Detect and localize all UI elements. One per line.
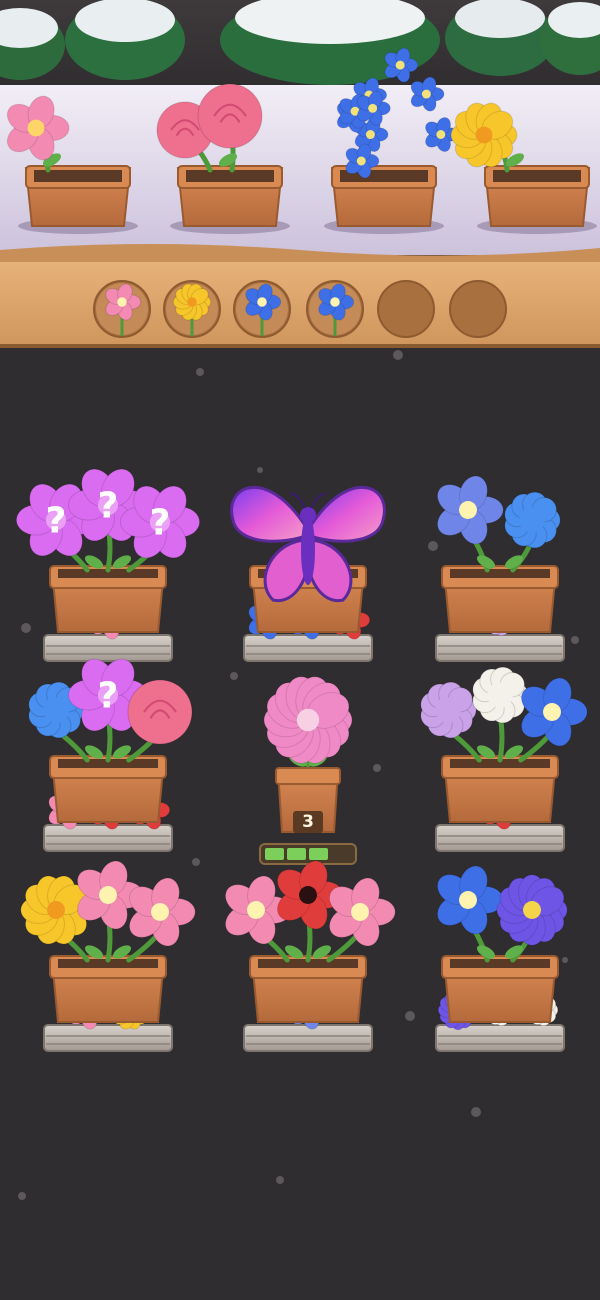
mystery-mark: ?: [46, 501, 67, 542]
collection-slot-filled: [163, 280, 221, 338]
collection-slot-empty: [377, 280, 435, 338]
flower-pot-r3c2[interactable]: [220, 857, 396, 1052]
flower-pot-r3c1[interactable]: [20, 857, 196, 1052]
collection-slot-filled: [233, 280, 291, 338]
flower-pot-r2c2[interactable]: [259, 673, 357, 865]
flower-pot-r1c3[interactable]: [432, 472, 565, 662]
blue-flower-icon: [520, 677, 588, 747]
flower-board: ????: [15, 463, 588, 1052]
blue-hydrangea-flower-icon: [504, 491, 561, 549]
rose-flower-icon: [127, 679, 193, 745]
wood-shelf: [0, 262, 600, 348]
game-scene: ????: [0, 0, 600, 1200]
blue-iris-flower-icon: [436, 475, 504, 545]
blue-flower-icon: [436, 865, 504, 935]
flower-pot-r3c3[interactable]: [432, 862, 570, 1052]
lilac-flower-icon: [420, 681, 477, 739]
mystery-mark: ?: [150, 503, 171, 544]
collection-slot-filled: [306, 280, 364, 338]
snowy-trees: [0, 0, 600, 85]
purple-aster-flower-icon: [496, 874, 568, 946]
collection-slot-empty: [449, 280, 507, 338]
flower-pot-r1c2[interactable]: [230, 485, 386, 662]
flower-pot-r2c1[interactable]: ?: [28, 653, 193, 852]
pot-level-badge: 3: [293, 811, 323, 833]
collection-slot-filled: [93, 280, 151, 338]
flower-pot-r2c3[interactable]: [420, 666, 588, 852]
white-flower-icon: [472, 666, 529, 724]
mystery-mark: ?: [98, 486, 119, 527]
flower-pot-r1c1[interactable]: ???: [15, 463, 201, 662]
pink-flower-icon: [263, 676, 353, 764]
growth-progress-bar: [259, 843, 357, 865]
mystery-mark: ?: [98, 676, 119, 717]
